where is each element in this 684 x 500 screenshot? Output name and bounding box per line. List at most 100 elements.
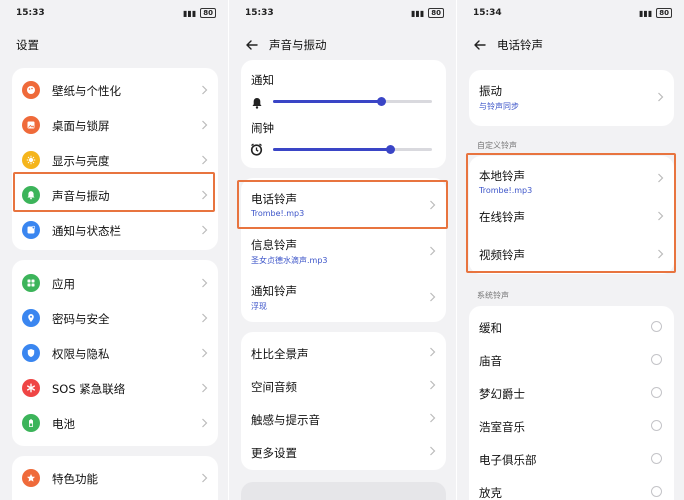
custom-ringtone-item[interactable]: 在线铃声 (469, 197, 674, 235)
chevron-right-icon (201, 120, 208, 130)
chevron-right-icon (201, 225, 208, 235)
chevron-right-icon (429, 413, 436, 423)
vibrate-card[interactable]: 振动 与铃声同步 (469, 70, 674, 126)
radio-button[interactable] (651, 354, 662, 365)
custom-ringtone-item-label: 本地铃声 (479, 169, 525, 183)
back-arrow-icon[interactable] (473, 38, 487, 52)
chevron-right-icon (201, 278, 208, 288)
settings-item[interactable]: 权限与隐私 (12, 335, 218, 370)
system-ringtone-item[interactable]: 浩室音乐 (469, 409, 674, 442)
page-title: 设置 (16, 38, 39, 52)
alarm-volume-label: 闹钟 (251, 121, 274, 135)
system-ringtone-card: 缓和庙音 梦幻爵士 浩室音乐电子俱乐部放克 (469, 306, 674, 500)
ringtone-item-value: 圣女贞德水滴声.mp3 (251, 256, 328, 265)
custom-ringtone-item[interactable]: 视频铃声 (469, 235, 674, 273)
system-ringtone-item[interactable]: 庙音 (469, 343, 674, 376)
settings-item[interactable]: 声音与振动 (12, 177, 218, 212)
system-ringtone-item[interactable]: 缓和 (469, 310, 674, 343)
chevron-right-icon (657, 211, 664, 221)
radio-button[interactable] (651, 486, 662, 497)
system-ringtone-label: 缓和 (479, 321, 502, 335)
chevron-right-icon (429, 246, 436, 256)
alarm-volume-knob[interactable] (386, 145, 396, 154)
volume-card: 通知 闹钟 (241, 60, 446, 168)
more-settings-item[interactable]: 触感与提示音 (241, 402, 446, 435)
custom-ringtone-card: 本地铃声 Trombe!.mp3 在线铃声视频铃声 (469, 156, 674, 274)
alarm-volume-fill (273, 148, 391, 151)
status-time: 15:34 (473, 8, 502, 18)
settings-item[interactable]: 电池 (12, 405, 218, 440)
brightness-icon (22, 150, 40, 169)
radio-button[interactable] (651, 321, 662, 332)
signal-icon: ▮▮▮ (183, 8, 197, 18)
settings-item[interactable]: 密码与安全 (12, 300, 218, 335)
settings-item[interactable]: 桌面与锁屏 (12, 107, 218, 142)
settings-item[interactable]: 通知与状态栏 (12, 212, 218, 247)
status-bar: 15:33 ▮▮▮ 80 (16, 8, 216, 22)
settings-item-label: 应用 (52, 276, 75, 291)
chevron-right-icon (201, 313, 208, 323)
notification-volume-knob[interactable] (376, 97, 386, 106)
notification-volume-slider[interactable] (273, 97, 432, 106)
alarm-volume-slider[interactable] (273, 145, 432, 154)
custom-ringtone-item-value: Trombe!.mp3 (479, 186, 533, 195)
system-ringtone-label: 电子俱乐部 (479, 453, 537, 467)
ringtone-item[interactable]: 电话铃声 Trombe!.mp3 (241, 182, 446, 228)
settings-item-label: SOS 紧急联络 (52, 381, 126, 396)
notification-volume-fill (273, 100, 382, 103)
settings-item[interactable]: 特色功能 (12, 460, 218, 496)
signal-icon: ▮▮▮ (639, 8, 653, 18)
status-icons: ▮▮▮ 80 (639, 8, 672, 18)
settings-item[interactable]: 显示与亮度 (12, 142, 218, 177)
ringtone-item[interactable]: 信息铃声圣女贞德水滴声.mp3 (241, 228, 446, 274)
settings-item[interactable]: SOS 紧急联络 (12, 370, 218, 405)
radio-button[interactable] (651, 453, 662, 464)
notification-volume-label: 通知 (251, 73, 274, 87)
battery-icon (22, 413, 40, 432)
settings-item[interactable]: 应用 (12, 265, 218, 300)
settings-item-label: 通知与状态栏 (52, 223, 121, 238)
system-ringtone-item[interactable]: 放克 (469, 475, 674, 500)
status-bar: 15:34 ▮▮▮ 80 (473, 8, 672, 22)
more-settings-item[interactable]: 杜比全景声 (241, 336, 446, 369)
more-settings-label: 空间音频 (251, 380, 297, 394)
sos-icon (22, 378, 40, 397)
ringtone-item-label: 信息铃声 (251, 238, 297, 252)
more-settings-item[interactable]: 空间音频 (241, 369, 446, 402)
settings-item-label: 特色功能 (52, 472, 98, 486)
ringtone-item[interactable]: 通知铃声 浮现 (241, 274, 446, 320)
settings-group-1: 壁纸与个性化 桌面与锁屏 显示与亮度 声音与振动通知与状态栏 (12, 68, 218, 250)
bell-icon (22, 185, 40, 204)
picture-icon (22, 115, 40, 134)
status-icons: ▮▮▮ 80 (183, 8, 216, 18)
custom-ringtone-item-label: 视频铃声 (479, 248, 525, 262)
more-settings-label: 触感与提示音 (251, 413, 320, 427)
chevron-right-icon (201, 473, 208, 483)
settings-item-label: 电池 (52, 416, 75, 431)
chevron-right-icon (657, 173, 664, 183)
ringtone-item-label: 电话铃声 (251, 192, 297, 206)
status-icons: ▮▮▮ 80 (411, 8, 444, 18)
settings-item[interactable]: 壁纸与个性化 (12, 72, 218, 107)
back-arrow-icon[interactable] (245, 38, 259, 52)
radio-button[interactable] (651, 420, 662, 431)
status-time: 15:33 (16, 8, 45, 18)
more-settings-item[interactable]: 更多设置 (241, 435, 446, 468)
chevron-right-icon (657, 92, 664, 102)
system-ringtone-item[interactable]: 电子俱乐部 (469, 442, 674, 475)
chevron-right-icon (201, 348, 208, 358)
status-bar: 15:33 ▮▮▮ 80 (245, 8, 444, 22)
system-ringtone-item[interactable]: 梦幻爵士 (469, 376, 674, 409)
custom-ringtone-item[interactable]: 本地铃声 Trombe!.mp3 (469, 159, 674, 197)
settings-group-2: 应用密码与安全 权限与隐私 SOS 紧急联络 电池 (12, 260, 218, 446)
radio-button[interactable] (651, 387, 662, 398)
bottom-card-partial (241, 482, 446, 500)
more-settings-label: 杜比全景声 (251, 347, 309, 361)
shield-icon (22, 343, 40, 362)
vibrate-label: 振动 (479, 84, 502, 98)
chevron-right-icon (429, 347, 436, 357)
alarm-clock-icon (250, 141, 263, 160)
page-header: 声音与振动 (245, 36, 446, 54)
page-header: 设置 (16, 36, 218, 54)
more-settings-label: 更多设置 (251, 446, 297, 460)
